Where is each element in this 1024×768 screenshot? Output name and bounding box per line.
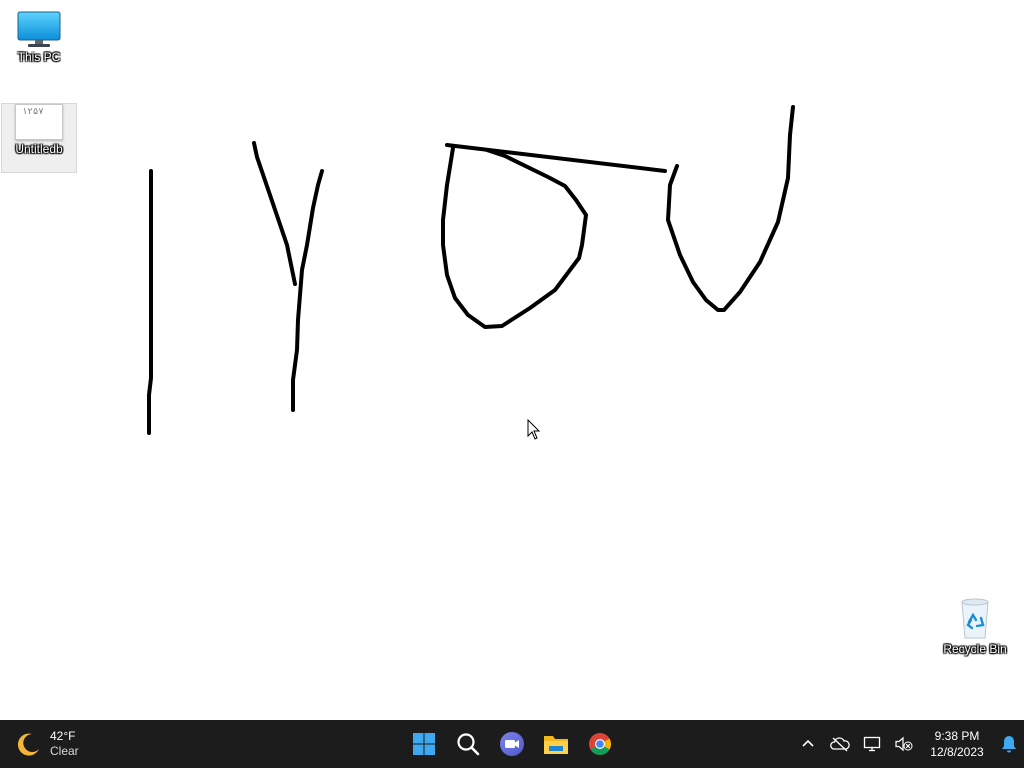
search-icon xyxy=(457,733,480,756)
onedrive-offline-icon xyxy=(830,737,850,752)
taskbar-apps xyxy=(402,720,622,768)
file-explorer-button[interactable] xyxy=(534,724,578,764)
weather-widget[interactable]: 42°F Clear xyxy=(14,726,79,762)
chrome-icon xyxy=(589,733,611,755)
notifications-button[interactable] xyxy=(994,724,1024,764)
chevron-up-icon xyxy=(802,739,814,747)
clock-time: 9:38 PM xyxy=(934,729,980,743)
network-icon xyxy=(863,736,881,752)
stroke-digit-one xyxy=(147,169,153,435)
stroke-digit-five-loop xyxy=(441,146,588,329)
image-file-icon: ۱۲۵۷ xyxy=(15,104,63,140)
meet-button[interactable] xyxy=(490,724,534,764)
thumbnail-text: ۱۲۵۷ xyxy=(22,107,44,117)
windows-start-icon xyxy=(413,733,435,755)
chrome-button[interactable] xyxy=(578,724,622,764)
volume-button[interactable] xyxy=(888,724,920,764)
desktop-icon-label: Recycle Bin xyxy=(943,642,1007,656)
stroke-digit-two-left xyxy=(252,141,297,286)
clock-date: 12/8/2023 xyxy=(930,745,984,759)
mouse-pointer-icon xyxy=(527,419,541,440)
desktop-icon-label: Untitledb xyxy=(15,142,63,156)
stroke-digit-two-right xyxy=(291,169,324,412)
desktop-icon-label: This PC xyxy=(17,50,61,64)
clock[interactable]: 9:38 PM 12/8/2023 xyxy=(920,728,994,760)
weather-temperature: 42°F xyxy=(50,729,76,743)
handwriting-drawing xyxy=(147,105,795,435)
volume-muted-icon xyxy=(895,736,913,752)
desktop-icon-recycle-bin[interactable]: Recycle Bin xyxy=(937,596,1013,656)
desktop-icon-untitledb[interactable]: ۱۲۵۷ Untitledb xyxy=(1,103,77,173)
moon-icon xyxy=(17,733,39,756)
system-tray: 9:38 PM 12/8/2023 xyxy=(792,720,1024,768)
video-chat-icon xyxy=(500,732,524,756)
this-pc-icon xyxy=(17,11,61,47)
stroke-digit-five-top xyxy=(445,143,667,173)
onedrive-button[interactable] xyxy=(824,724,856,764)
weather-condition: Clear xyxy=(50,744,79,758)
stroke-digit-seven xyxy=(666,105,795,312)
network-button[interactable] xyxy=(856,724,888,764)
bell-icon xyxy=(1002,736,1016,753)
show-hidden-icons-button[interactable] xyxy=(792,724,824,764)
folder-icon xyxy=(544,736,568,754)
desktop[interactable]: This PC ۱۲۵۷ Untitledb Recycle Bin xyxy=(0,0,1024,720)
search-button[interactable] xyxy=(446,724,490,764)
taskbar: 42°F Clear 9:38 PM 12/8/2023 xyxy=(0,720,1024,768)
recycle-bin-icon xyxy=(961,598,989,639)
start-button[interactable] xyxy=(402,724,446,764)
desktop-icon-this-pc[interactable]: This PC xyxy=(1,6,77,64)
